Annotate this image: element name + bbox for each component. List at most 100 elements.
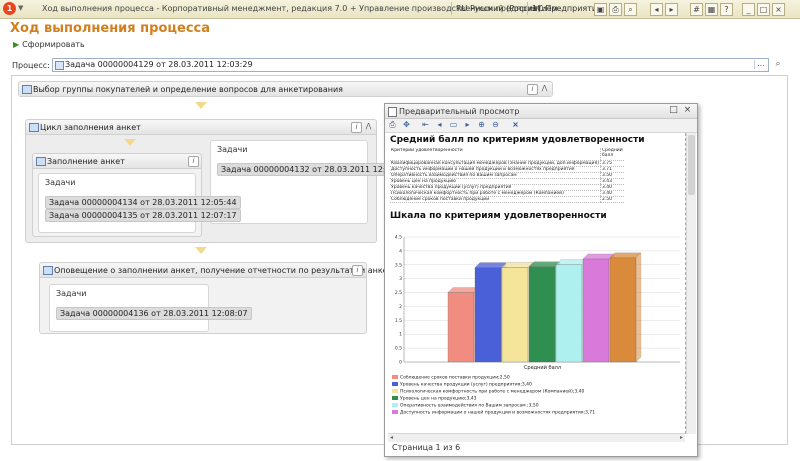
fill-tasks-panel: Задачи Задача 00000004134 от 28.03.2011 … (38, 173, 241, 233)
flow-step-notify[interactable]: Оповещение о заполнении анкет, получение… (39, 262, 432, 334)
page-view-icon[interactable]: ▭ (449, 120, 458, 129)
help-icon[interactable]: ? (720, 3, 733, 16)
task-item[interactable]: Задача 00000004136 от 28.03.2011 12:08:0… (56, 307, 252, 320)
process-value: Задача 00000004129 от 28.03.2011 12:03:2… (65, 60, 253, 69)
legend-label: Психологическая комфортность при работе … (400, 389, 585, 395)
legend-item: Уровень качества продукции (услуг) предп… (392, 382, 532, 388)
app-logo-icon[interactable]: 1 (3, 2, 16, 15)
calculator-icon[interactable]: # (690, 3, 703, 16)
zoom-out-icon[interactable]: ⊖ (491, 120, 500, 129)
close-icon[interactable]: × (683, 106, 692, 115)
bar (609, 257, 637, 363)
prev-page-icon[interactable]: ◂ (435, 120, 444, 129)
flow-step-title: Выбор группы покупателей и определение в… (33, 85, 343, 94)
select-button[interactable]: … (754, 60, 767, 69)
generate-button-label: Сформировать (22, 40, 85, 49)
move-icon[interactable]: ✥ (402, 120, 411, 129)
find-icon[interactable]: ⌕ (624, 3, 637, 16)
page-title: Ход выполнения процесса (10, 21, 211, 36)
flow-step-select-group[interactable]: Выбор группы покупателей и определение в… (18, 81, 553, 97)
minimize-icon[interactable]: _ (742, 3, 755, 16)
info-icon[interactable]: i (527, 84, 538, 95)
chevron-down-icon[interactable]: ▼ (18, 4, 23, 12)
bar-top (555, 259, 588, 265)
collapse-icon[interactable]: ⋀ (364, 122, 373, 131)
report-heading-scale: Шкала по критериям удовлетворенности (390, 211, 607, 221)
tasks-label: Задачи (217, 145, 248, 154)
info-icon[interactable]: i (188, 156, 199, 167)
row-name: Соблюдение сроков поставки продукции (390, 196, 601, 203)
satisfaction-chart: 0 0.5 1 1.5 2 2.5 3 3.5 4 4.5 Средний балл Соблюде… (388, 229, 685, 434)
zoom-in-icon[interactable]: ⊕ (477, 120, 486, 129)
legend-swatch (392, 382, 398, 386)
print-icon[interactable]: ⎙ (388, 120, 397, 129)
collapse-icon[interactable]: ⋀ (540, 84, 549, 93)
flow-cycle-fill-surveys[interactable]: Цикл заполнения анкет i ⋀ Задачи Задача … (25, 119, 413, 243)
flow-step-header: Выбор группы покупателей и определение в… (19, 82, 552, 96)
bar (447, 292, 475, 363)
bar-top (582, 253, 615, 260)
task-icon (43, 266, 53, 275)
column-criteria: Критерии удовлетворенности (390, 148, 601, 161)
back-icon[interactable]: ◂ (650, 3, 663, 16)
maximize-icon[interactable]: □ (757, 3, 770, 16)
save-icon[interactable]: ▣ (594, 3, 607, 16)
scroll-thumb[interactable] (688, 135, 695, 195)
legend-label: Соблюдение сроков поставки продукции;2,5… (400, 375, 510, 381)
scroll-left-icon[interactable]: ◂ (390, 434, 393, 441)
row-name: Доступность информации о нашей продукции… (390, 166, 601, 173)
document-icon (388, 107, 397, 117)
legend-item: Доступность информации о нашей продукции… (392, 410, 595, 416)
close-preview-icon[interactable]: × (511, 120, 520, 129)
y-tick-label: 3 (399, 276, 402, 282)
next-page-icon[interactable]: ▸ (463, 120, 472, 129)
y-tick-label: 2 (399, 304, 402, 310)
flow-cycle-header: Цикл заполнения анкет i ⋀ (26, 120, 376, 135)
flow-step-fill-surveys[interactable]: Заполнение анкет i Задачи Задача 0000000… (32, 153, 241, 237)
task-icon (36, 157, 46, 166)
legend-swatch (392, 389, 398, 393)
flow-step-header: Заполнение анкет i (33, 154, 201, 169)
y-tick-label: 2.5 (395, 290, 402, 296)
print-icon[interactable]: ⎙ (609, 3, 622, 16)
notify-tasks-panel: Задачи Задача 00000004136 от 28.03.2011 … (49, 284, 252, 332)
flow-arrow-icon (195, 102, 207, 109)
info-icon[interactable]: i (352, 265, 363, 276)
vertical-scrollbar[interactable] (686, 133, 696, 434)
legend-label: Доступность информации о нашей продукции… (400, 410, 596, 416)
legend-item: Психологическая комфортность при работе … (392, 389, 584, 395)
bar-side (635, 252, 642, 363)
legend-item: Уровень цен на продукцию;3,43 (392, 396, 477, 402)
calendar-icon[interactable]: ▦ (705, 3, 718, 16)
bar-top (474, 262, 507, 268)
task-icon (22, 85, 32, 94)
play-icon: ▶ (13, 40, 20, 49)
preview-title: Предварительный просмотр (399, 107, 520, 116)
scroll-right-icon[interactable]: ▸ (680, 434, 683, 441)
print-preview-window[interactable]: Предварительный просмотр □ × ⎙ ✥ ⇤ ◂ ▭ ▸… (384, 103, 698, 457)
preview-toolbar: ⎙ ✥ ⇤ ◂ ▭ ▸ ⊕ ⊖ × (385, 119, 697, 133)
forward-icon[interactable]: ▸ (665, 3, 678, 16)
row-name: Квалифицированная консультация менеджеро… (390, 160, 601, 167)
task-item[interactable]: Задача 00000004134 от 28.03.2011 12:05:4… (45, 196, 241, 209)
maximize-icon[interactable]: □ (669, 106, 678, 115)
process-input[interactable]: Задача 00000004129 от 28.03.2011 12:03:2… (52, 58, 769, 72)
tasks-label: Задачи (45, 178, 76, 187)
legend-item: Соблюдение сроков поставки продукции;2,5… (392, 375, 510, 381)
close-icon[interactable]: × (772, 3, 785, 16)
info-icon[interactable]: i (351, 122, 362, 133)
legend-label: Уровень качества продукции (услуг) предп… (400, 382, 532, 388)
legend-item: Оперативность взаимодействия по Вашим за… (392, 403, 539, 409)
first-page-icon[interactable]: ⇤ (421, 120, 430, 129)
report-table-header: Критерии удовлетворенности Средний балл (390, 148, 624, 161)
preview-titlebar: Предварительный просмотр □ × (385, 104, 697, 119)
y-tick-label: 3.5 (395, 262, 402, 268)
search-icon[interactable]: ⌕ (772, 58, 784, 70)
generate-button[interactable]: ▶ Сформировать (13, 40, 85, 49)
row-score: 2.50 (599, 196, 624, 203)
legend-swatch (392, 410, 398, 414)
task-item[interactable]: Задача 00000004135 от 28.03.2011 12:07:1… (45, 209, 241, 222)
horizontal-scrollbar[interactable]: ◂ ▸ (388, 433, 685, 442)
bar (528, 266, 556, 363)
table-row: Квалифицированная консультация менеджеро… (390, 160, 624, 167)
